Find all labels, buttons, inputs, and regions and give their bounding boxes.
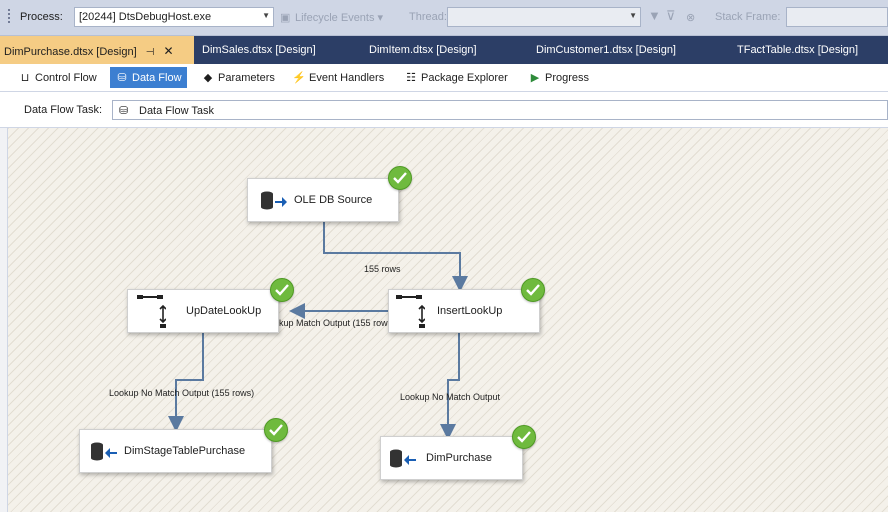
thread-dropdown[interactable]: ▼ [447,7,641,27]
event-handlers-icon: ⚡ [292,72,306,84]
lookup-icon [137,295,166,328]
flow-insert-to-purchase [440,331,460,440]
tab-dimpurchase[interactable]: DimPurchase.dtsx [Design] ⊣ ✕ [0,36,194,64]
data-flow-task-dropdown[interactable]: ⛁ Data Flow Task [112,100,888,120]
canvas-left-gutter [0,128,8,512]
data-flow-task-icon: ⛁ [119,105,129,117]
process-value: [20244] DtsDebugHost.exe [79,11,212,23]
flag-threads-icon[interactable]: ⊗ [686,11,695,24]
flow-update-to-stage [168,331,204,432]
tab-data-flow[interactable]: ⛁ Data Flow [110,67,187,88]
designer-tab-bar: ⊔ Control Flow ⛁ Data Flow ◆ Parameters ⚡ Ev… [0,64,888,92]
database-destination-icon [390,449,416,468]
success-check-icon [521,278,545,302]
tab-event-handlers[interactable]: ⚡ Event Handlers [287,67,389,88]
success-check-icon [512,425,536,449]
lifecycle-events-dropdown[interactable]: Lifecycle Events ▾ [295,11,383,24]
stack-frame-label: Stack Frame: [715,11,781,23]
database-destination-icon [91,442,117,461]
filter-icon[interactable]: ▼ [648,8,661,23]
process-label: Process: [20,11,63,23]
tab-control-flow[interactable]: ⊔ Control Flow [13,67,102,88]
tab-package-explorer[interactable]: ☷ Package Explorer [399,67,513,88]
process-dropdown[interactable]: [20244] DtsDebugHost.exe ▼ [74,7,274,27]
filter-clear-icon[interactable]: ⊽ [666,8,676,24]
toolbar-grip[interactable] [7,8,11,24]
data-flow-task-bar: Data Flow Task: ⛁ Data Flow Task [0,92,888,128]
dim-stage-table-purchase-component[interactable]: DimStageTablePurchase [79,429,272,473]
flow-label-update-no-match[interactable]: Lookup No Match Output (155 rows) [109,388,254,398]
debug-toolbar: Process: [20244] DtsDebugHost.exe ▼ ▣ Li… [0,0,888,36]
data-flow-task-label: Data Flow Task: [24,104,103,116]
update-lookup-label: UpDateLookUp [186,305,262,317]
parameters-icon: ◆ [203,72,213,84]
stack-frame-dropdown[interactable] [786,7,888,27]
document-tab-strip: DimPurchase.dtsx [Design] ⊣ ✕ DimSales.d… [0,36,888,64]
tab-progress[interactable]: ▶ Progress [523,67,594,88]
dim-purchase-label: DimPurchase [426,452,493,464]
ole-db-source-label: OLE DB Source [294,194,373,206]
flow-label-source-to-insert[interactable]: 155 rows [364,264,401,274]
success-check-icon [270,278,294,302]
flow-source-to-insert [323,222,468,292]
thread-label: Thread: [409,11,447,23]
pin-icon[interactable]: ⊣ [146,47,155,58]
package-explorer-icon: ☷ [406,72,416,84]
success-check-icon [264,418,288,442]
dim-purchase-component[interactable]: DimPurchase [380,436,523,480]
chevron-down-icon: ▼ [629,11,637,20]
progress-icon: ▶ [530,72,540,84]
close-icon[interactable]: ✕ [164,44,174,58]
update-lookup-component[interactable]: UpDateLookUp [127,289,279,333]
control-flow-icon: ⊔ [20,72,30,84]
tab-tfacttable[interactable]: TFactTable.dtsx [Design] [737,36,858,64]
success-check-icon [388,166,412,190]
tab-dimcustomer1[interactable]: DimCustomer1.dtsx [Design] [536,36,676,64]
tab-dimsales[interactable]: DimSales.dtsx [Design] [202,36,316,64]
lifecycle-events-icon: ▣ [280,12,291,24]
dim-stage-table-purchase-label: DimStageTablePurchase [124,445,246,457]
flow-label-match-output[interactable]: Lookup Match Output (155 rows) [264,318,395,328]
ole-db-source-component[interactable]: OLE DB Source [247,178,399,222]
data-flow-canvas[interactable]: 155 rows Lookup Match Output (155 rows) … [8,128,888,512]
database-source-icon [261,191,287,210]
chevron-down-icon: ▼ [262,11,270,20]
data-flow-icon: ⛁ [117,72,127,84]
lookup-icon [396,295,425,328]
flow-label-insert-no-match[interactable]: Lookup No Match Output [400,392,500,402]
tab-dimitem[interactable]: DimItem.dtsx [Design] [369,36,477,64]
tab-parameters[interactable]: ◆ Parameters [196,67,280,88]
insert-lookup-label: InsertLookUp [437,305,503,317]
insert-lookup-component[interactable]: InsertLookUp [388,289,540,333]
